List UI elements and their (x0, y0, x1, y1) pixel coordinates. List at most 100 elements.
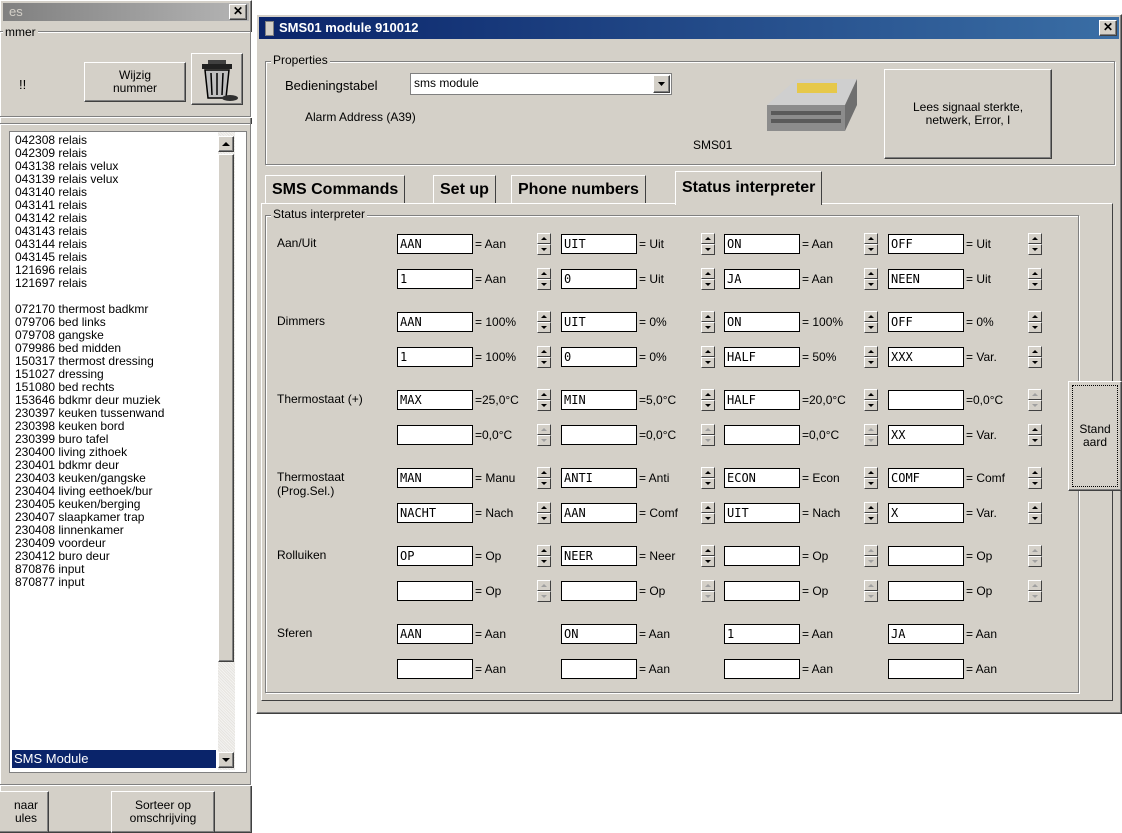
spin-down-icon[interactable] (701, 357, 715, 368)
spin-buttons[interactable] (864, 311, 878, 333)
spin-up-icon[interactable] (701, 346, 715, 357)
spin-down-icon[interactable] (864, 478, 878, 489)
status-value-input[interactable] (888, 546, 964, 566)
spin-buttons[interactable] (701, 233, 715, 255)
status-value-input[interactable] (561, 425, 637, 445)
spin-buttons[interactable] (537, 389, 551, 411)
status-value-input[interactable] (397, 659, 473, 679)
spin-buttons[interactable] (701, 268, 715, 290)
tab-status-interpreter[interactable]: Status interpreter (675, 171, 823, 205)
spin-down-icon[interactable] (1028, 513, 1042, 524)
spin-buttons[interactable] (1028, 545, 1042, 567)
sorteer-omschrijving-button[interactable]: Sorteer op omschrijving (111, 791, 215, 833)
spin-buttons[interactable] (1028, 389, 1042, 411)
status-value-input[interactable]: 1 (397, 347, 473, 367)
spin-up-icon[interactable] (1028, 545, 1042, 556)
status-value-input[interactable]: XXX (888, 347, 964, 367)
status-value-input[interactable]: MIN (561, 390, 637, 410)
spin-up-icon[interactable] (701, 467, 715, 478)
spin-up-icon[interactable] (537, 502, 551, 513)
status-value-input[interactable]: NEEN (888, 269, 964, 289)
spin-buttons[interactable] (864, 467, 878, 489)
status-value-input[interactable]: 0 (561, 347, 637, 367)
spin-buttons[interactable] (701, 467, 715, 489)
lees-signaal-button[interactable]: Lees signaal sterkte, netwerk, Error, I (884, 69, 1052, 159)
spin-down-icon[interactable] (864, 279, 878, 290)
spin-up-icon[interactable] (1028, 311, 1042, 322)
status-value-input[interactable]: JA (888, 624, 964, 644)
spin-up-icon[interactable] (864, 580, 878, 591)
spin-buttons[interactable] (701, 389, 715, 411)
spin-buttons[interactable] (537, 233, 551, 255)
spin-buttons[interactable] (864, 545, 878, 567)
spin-buttons[interactable] (701, 580, 715, 602)
spin-down-icon[interactable] (701, 478, 715, 489)
spin-down-icon[interactable] (701, 513, 715, 524)
status-value-input[interactable]: COMF (888, 468, 964, 488)
wijzig-nummer-button[interactable]: Wijzig nummer (84, 62, 186, 102)
status-value-input[interactable]: MAN (397, 468, 473, 488)
spin-buttons[interactable] (701, 311, 715, 333)
status-value-input[interactable]: AAN (397, 312, 473, 332)
spin-up-icon[interactable] (537, 346, 551, 357)
module-list[interactable]: 042308 relais 042309 relais 043138 relais … (9, 131, 247, 773)
status-value-input[interactable]: UIT (724, 503, 800, 523)
spin-down-icon[interactable] (701, 400, 715, 411)
status-value-input[interactable]: ANTI (561, 468, 637, 488)
spin-buttons[interactable] (537, 311, 551, 333)
spin-buttons[interactable] (537, 424, 551, 446)
status-value-input[interactable]: ON (561, 624, 637, 644)
spin-up-icon[interactable] (864, 268, 878, 279)
spin-buttons[interactable] (864, 346, 878, 368)
spin-up-icon[interactable] (864, 346, 878, 357)
spin-buttons[interactable] (1028, 502, 1042, 524)
status-value-input[interactable] (397, 425, 473, 445)
spin-up-icon[interactable] (1028, 580, 1042, 591)
spin-up-icon[interactable] (1028, 502, 1042, 513)
status-value-input[interactable]: 1 (724, 624, 800, 644)
spin-up-icon[interactable] (864, 389, 878, 400)
bedieningstabel-select[interactable]: sms module (410, 73, 672, 95)
spin-down-icon[interactable] (864, 400, 878, 411)
naar-modules-button[interactable]: naar ules (0, 791, 49, 833)
status-value-input[interactable]: ON (724, 312, 800, 332)
spin-buttons[interactable] (701, 346, 715, 368)
spin-down-icon[interactable] (537, 322, 551, 333)
spin-down-icon[interactable] (864, 513, 878, 524)
spin-up-icon[interactable] (701, 311, 715, 322)
spin-down-icon[interactable] (864, 435, 878, 446)
status-value-input[interactable] (888, 390, 964, 410)
spin-up-icon[interactable] (537, 545, 551, 556)
spin-up-icon[interactable] (537, 467, 551, 478)
spin-down-icon[interactable] (864, 357, 878, 368)
status-value-input[interactable]: AAN (397, 234, 473, 254)
spin-down-icon[interactable] (537, 279, 551, 290)
spin-up-icon[interactable] (1028, 389, 1042, 400)
list-item[interactable]: 870877 input (13, 576, 218, 589)
spin-up-icon[interactable] (864, 502, 878, 513)
spin-up-icon[interactable] (701, 424, 715, 435)
spin-up-icon[interactable] (537, 233, 551, 244)
spin-buttons[interactable] (1028, 311, 1042, 333)
status-value-input[interactable] (888, 581, 964, 601)
list-selected-item[interactable]: SMS Module (12, 750, 216, 768)
status-value-input[interactable]: UIT (561, 312, 637, 332)
status-value-input[interactable]: AAN (561, 503, 637, 523)
spin-buttons[interactable] (537, 545, 551, 567)
spin-up-icon[interactable] (537, 424, 551, 435)
status-value-input[interactable]: ECON (724, 468, 800, 488)
spin-down-icon[interactable] (701, 322, 715, 333)
spin-down-icon[interactable] (1028, 400, 1042, 411)
spin-down-icon[interactable] (537, 400, 551, 411)
spin-down-icon[interactable] (537, 357, 551, 368)
spin-down-icon[interactable] (701, 279, 715, 290)
tab-set-up[interactable]: Set up (433, 175, 496, 203)
spin-down-icon[interactable] (1028, 357, 1042, 368)
spin-up-icon[interactable] (701, 502, 715, 513)
spin-down-icon[interactable] (537, 591, 551, 602)
spin-buttons[interactable] (701, 424, 715, 446)
status-value-input[interactable] (724, 425, 800, 445)
spin-up-icon[interactable] (537, 311, 551, 322)
spin-up-icon[interactable] (537, 268, 551, 279)
tab-sms-commands[interactable]: SMS Commands (265, 175, 406, 203)
